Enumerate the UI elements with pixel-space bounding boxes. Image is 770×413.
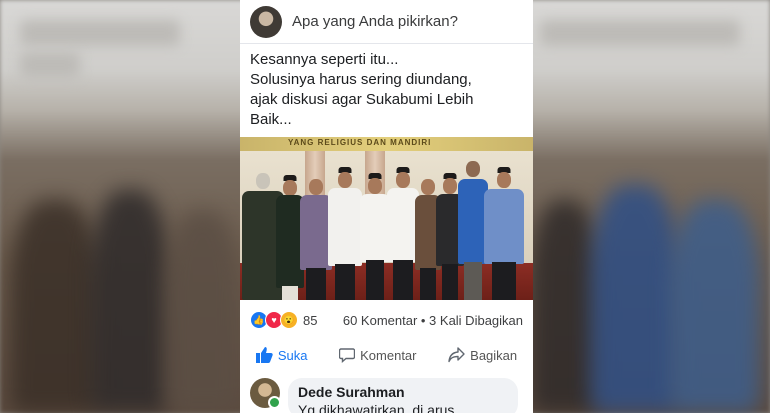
- comment-share-summary[interactable]: 60 Komentar • 3 Kali Dibagikan: [343, 313, 523, 328]
- blurred-background-left: [0, 0, 240, 413]
- reaction-count[interactable]: 85: [303, 313, 317, 328]
- composer-placeholder[interactable]: Apa yang Anda pikirkan?: [292, 13, 458, 30]
- facebook-post-card: Apa yang Anda pikirkan? Kesannya seperti…: [240, 0, 533, 413]
- post-line: Kesannya seperti itu...: [250, 51, 399, 68]
- user-avatar[interactable]: [250, 5, 282, 38]
- photo-person: [360, 173, 390, 300]
- post-line: Solusinya harus sering diundang,: [250, 71, 472, 88]
- comment-bubble[interactable]: Dede Surahman Yg dikhawatirkan, di arus.…: [288, 378, 518, 413]
- comment-text: Yg dikhawatirkan, di arus...: [298, 402, 467, 413]
- photo-person: [328, 167, 362, 300]
- post-composer[interactable]: Apa yang Anda pikirkan?: [240, 0, 533, 44]
- like-label: Suka: [277, 347, 308, 363]
- post-line: Baik...: [250, 111, 292, 128]
- reaction-icons[interactable]: 👍 ♥ 😮: [250, 311, 298, 329]
- photo-banner: YANG RELIGIUS DAN MANDIRI: [240, 137, 533, 151]
- photo-banner-text: YANG RELIGIUS DAN MANDIRI: [288, 138, 432, 147]
- photo-person: [484, 167, 524, 300]
- online-status-dot: [268, 396, 281, 409]
- post-body: Kesannya seperti itu... Solusinya harus …: [240, 44, 533, 134]
- post-line: ajak diskusi agar Sukabumi Lebih: [250, 91, 474, 108]
- post-action-bar: Suka Komentar Bagikan: [240, 340, 533, 370]
- share-label: Bagikan: [470, 347, 518, 363]
- thumbs-up-icon: [255, 347, 273, 363]
- comment-icon: [339, 348, 356, 363]
- blurred-background-right: [530, 0, 770, 413]
- commenter-avatar[interactable]: [250, 378, 281, 409]
- share-icon: [448, 347, 465, 363]
- comment-button[interactable]: Komentar: [339, 347, 417, 363]
- commenter-name[interactable]: Dede Surahman: [298, 384, 508, 400]
- like-button[interactable]: Suka: [255, 347, 308, 363]
- reaction-summary-bar[interactable]: 👍 ♥ 😮 85 60 Komentar • 3 Kali Dibagikan: [240, 300, 533, 340]
- comment-label: Komentar: [360, 347, 417, 363]
- share-button[interactable]: Bagikan: [448, 347, 517, 363]
- post-photo[interactable]: YANG RELIGIUS DAN MANDIRI: [240, 137, 533, 300]
- wow-icon: 😮: [280, 311, 298, 329]
- comment-item: Dede Surahman Yg dikhawatirkan, di arus.…: [240, 370, 533, 413]
